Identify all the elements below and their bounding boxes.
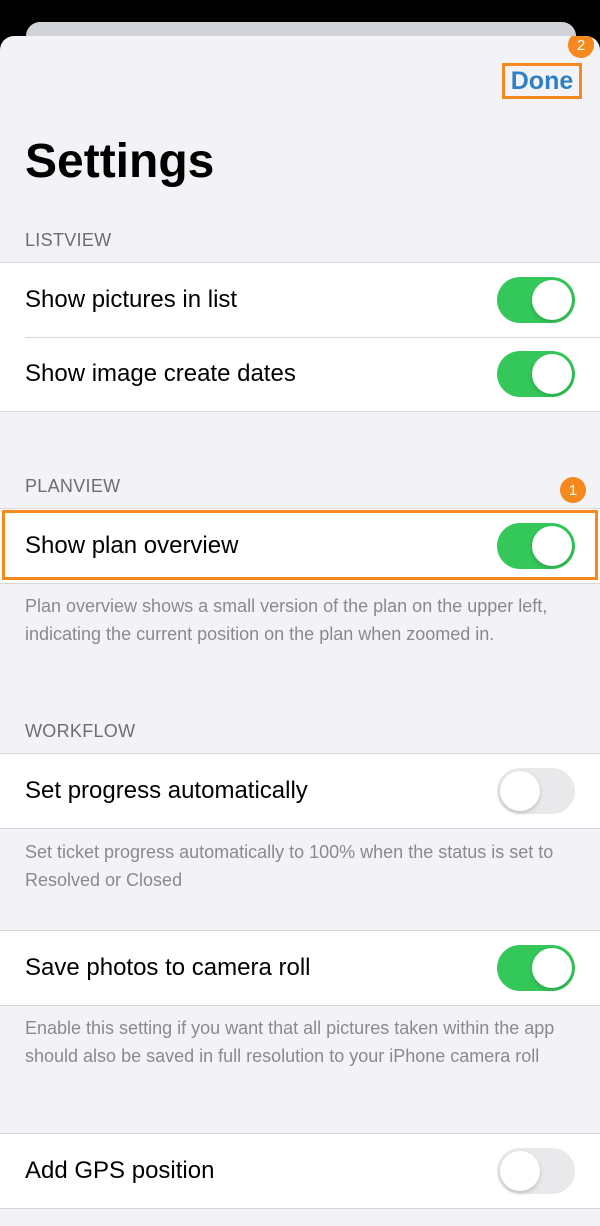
workflow-footer: Set ticket progress automatically to 100…	[25, 842, 554, 890]
setting-row-save-photos[interactable]: Save photos to camera roll	[0, 931, 600, 1005]
listview-group: Show pictures in list Show image create …	[0, 262, 600, 412]
setting-row-show-dates[interactable]: Show image create dates	[0, 337, 600, 411]
setting-label: Show image create dates	[25, 360, 296, 387]
toggle-knob	[532, 280, 572, 320]
step-badge-2: 2	[568, 36, 594, 58]
section-header-listview: LISTVIEW	[25, 230, 112, 250]
section-header-planview: PLANVIEW	[25, 476, 121, 496]
plan-overview-highlight	[2, 510, 598, 580]
setting-row-progress[interactable]: Set progress automatically	[0, 754, 600, 828]
gps-toggle[interactable]	[497, 1148, 575, 1194]
setting-label: Save photos to camera roll	[25, 954, 311, 981]
setting-label: Show pictures in list	[25, 286, 238, 313]
toggle-knob	[500, 1151, 540, 1191]
workflow-group: Set progress automatically	[0, 753, 600, 829]
show-pictures-toggle[interactable]	[497, 277, 575, 323]
section-header-workflow: WORKFLOW	[25, 721, 136, 741]
setting-row-show-pictures[interactable]: Show pictures in list	[0, 263, 600, 337]
setting-row-gps[interactable]: Add GPS position	[0, 1134, 600, 1208]
done-button-highlight[interactable]: Done	[502, 63, 582, 99]
toggle-knob	[532, 354, 572, 394]
photos-footer: Enable this setting if you want that all…	[25, 1018, 555, 1066]
photos-group: Save photos to camera roll	[0, 930, 600, 1006]
setting-label: Set progress automatically	[25, 777, 308, 804]
page-title: Settings	[25, 135, 215, 188]
progress-toggle[interactable]	[497, 768, 575, 814]
settings-sheet: 2 Done Settings LISTVIEW Show pictures i…	[0, 36, 600, 1226]
save-photos-toggle[interactable]	[497, 945, 575, 991]
done-button[interactable]: Done	[511, 67, 574, 96]
planview-footer: Plan overview shows a small version of t…	[25, 596, 548, 644]
toggle-knob	[532, 948, 572, 988]
step-badge-1: 1	[560, 477, 586, 503]
toggle-knob	[500, 771, 540, 811]
setting-label: Add GPS position	[25, 1157, 215, 1184]
gps-group: Add GPS position	[0, 1133, 600, 1209]
show-dates-toggle[interactable]	[497, 351, 575, 397]
